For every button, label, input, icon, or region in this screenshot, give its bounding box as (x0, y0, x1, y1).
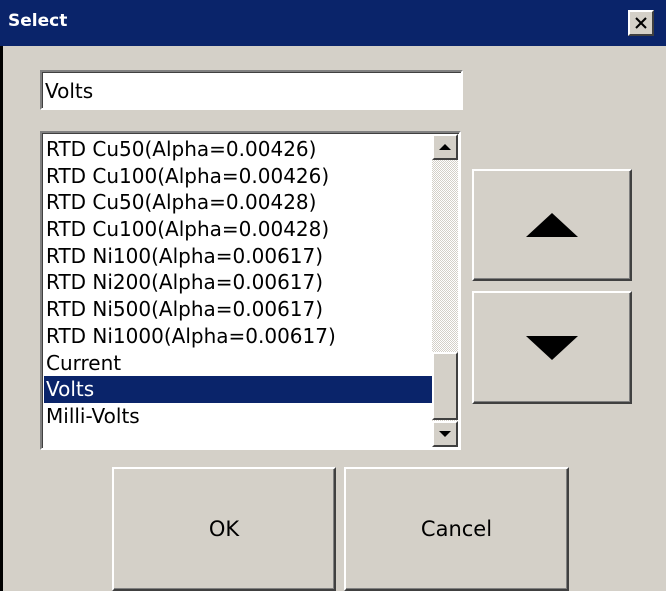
ok-button[interactable]: OK (112, 467, 336, 591)
list-item[interactable]: Milli-Volts (44, 403, 434, 430)
list-item[interactable]: RTD Cu50(Alpha=0.00428) (44, 189, 434, 216)
close-button[interactable] (628, 10, 654, 36)
cancel-label: Cancel (420, 517, 493, 541)
list-item[interactable]: RTD Ni200(Alpha=0.00617) (44, 269, 434, 296)
list-item[interactable]: Volts (44, 376, 434, 403)
up-arrow-icon (526, 213, 578, 237)
options-listbox[interactable]: RTD Cu50(Alpha=0.00426) RTD Cu100(Alpha=0… (40, 131, 461, 450)
list-items: RTD Cu50(Alpha=0.00426) RTD Cu100(Alpha=0… (44, 136, 434, 430)
list-item[interactable]: RTD Cu100(Alpha=0.00426) (44, 163, 434, 190)
scroll-up-icon (439, 144, 451, 150)
selection-value: Volts (45, 79, 94, 103)
list-item[interactable]: RTD Ni1000(Alpha=0.00617) (44, 323, 434, 350)
list-item[interactable]: RTD Cu100(Alpha=0.00428) (44, 216, 434, 243)
ok-label: OK (208, 517, 240, 541)
window-title: Select (8, 11, 68, 31)
title-bar[interactable]: Select (0, 0, 666, 46)
list-item[interactable]: RTD Ni500(Alpha=0.00617) (44, 296, 434, 323)
scroll-up-button[interactable] (432, 134, 458, 160)
move-down-button[interactable] (472, 291, 632, 404)
close-icon (635, 17, 647, 29)
vertical-scrollbar[interactable] (432, 134, 458, 447)
list-item[interactable]: RTD Cu50(Alpha=0.00426) (44, 136, 434, 163)
scrollbar-thumb[interactable] (432, 352, 458, 420)
cancel-button[interactable]: Cancel (344, 467, 569, 591)
select-dialog: Select Volts RTD Cu50(Alpha=0.00426) RTD … (0, 0, 666, 591)
scroll-down-icon (439, 431, 451, 437)
selection-textbox[interactable]: Volts (40, 70, 463, 110)
list-item[interactable]: Current (44, 350, 434, 377)
window-left-border (0, 46, 3, 591)
move-up-button[interactable] (472, 169, 632, 281)
list-item[interactable]: RTD Ni100(Alpha=0.00617) (44, 243, 434, 270)
scroll-down-button[interactable] (432, 421, 458, 447)
down-arrow-icon (526, 335, 578, 360)
